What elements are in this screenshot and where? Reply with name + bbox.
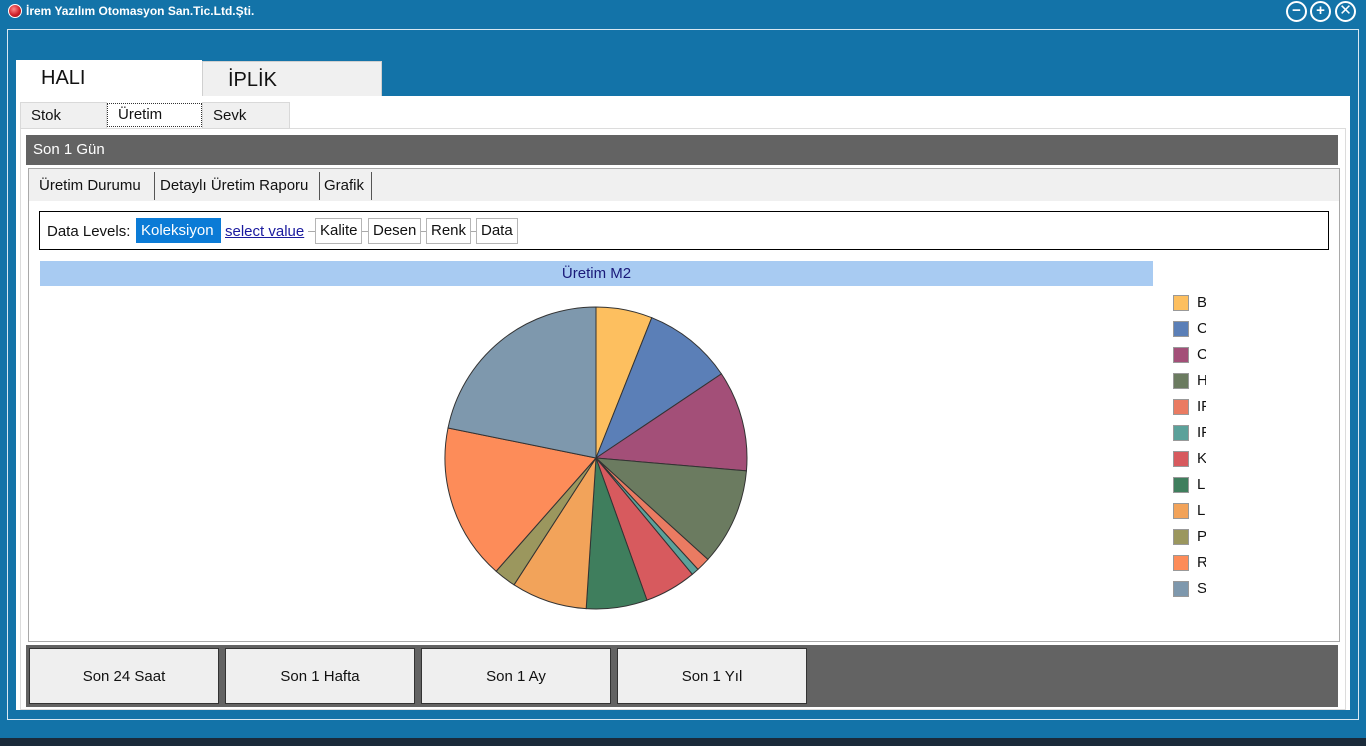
legend-swatch xyxy=(1173,451,1189,467)
legend-item: R xyxy=(1173,554,1213,571)
level-data[interactable]: Data xyxy=(476,218,518,244)
son-1-ay-button[interactable]: Son 1 Ay xyxy=(421,648,611,704)
minimize-button[interactable]: − xyxy=(1286,1,1307,22)
legend-label: H xyxy=(1197,372,1206,389)
legend-swatch xyxy=(1173,555,1189,571)
tab-sevk[interactable]: Sevk xyxy=(202,102,290,129)
legend-label: L xyxy=(1197,476,1206,493)
tab-stok[interactable]: Stok xyxy=(20,102,107,129)
level-renk[interactable]: Renk xyxy=(426,218,471,244)
son-24-saat-button[interactable]: Son 24 Saat xyxy=(29,648,219,704)
legend-label: B xyxy=(1197,294,1206,311)
legend-swatch xyxy=(1173,529,1189,545)
tab-uretim-durumu[interactable]: Üretim Durumu xyxy=(38,172,155,200)
legend-swatch xyxy=(1173,399,1189,415)
legend-item: L xyxy=(1173,476,1213,493)
close-button[interactable]: ✕ xyxy=(1335,1,1356,22)
legend-item: C xyxy=(1173,346,1213,363)
legend-item: IF xyxy=(1173,424,1213,441)
app-icon xyxy=(8,4,22,18)
legend-label: IF xyxy=(1197,398,1206,415)
legend-item: IF xyxy=(1173,398,1213,415)
legend-item: K xyxy=(1173,450,1213,467)
select-value-link[interactable]: select value xyxy=(225,223,304,240)
legend-label: R xyxy=(1197,554,1206,571)
tab-iplik[interactable]: İPLİK xyxy=(202,61,382,96)
legend-swatch xyxy=(1173,425,1189,441)
level-desen[interactable]: Desen xyxy=(368,218,421,244)
legend-item: L xyxy=(1173,502,1213,519)
legend-swatch xyxy=(1173,477,1189,493)
son-1-hafta-button[interactable]: Son 1 Hafta xyxy=(225,648,415,704)
tab-hali[interactable]: HALI xyxy=(16,60,202,96)
son-1-yil-button[interactable]: Son 1 Yıl xyxy=(617,648,807,704)
legend-item: S xyxy=(1173,580,1213,597)
legend-label: P xyxy=(1197,528,1206,545)
legend-swatch xyxy=(1173,347,1189,363)
maximize-button[interactable]: + xyxy=(1310,1,1331,22)
chart-title: Üretim M2 xyxy=(40,261,1153,286)
tab-uretim[interactable]: Üretim xyxy=(107,103,202,127)
tab-grafik[interactable]: Grafik xyxy=(323,172,372,200)
legend-swatch xyxy=(1173,295,1189,311)
legend-label: IF xyxy=(1197,424,1206,441)
legend-label: S xyxy=(1197,580,1206,597)
legend-swatch xyxy=(1173,373,1189,389)
legend-swatch xyxy=(1173,581,1189,597)
window-title: İrem Yazılım Otomasyon San.Tic.Ltd.Şti. xyxy=(26,4,255,18)
legend-item: P xyxy=(1173,528,1213,545)
data-levels-label: Data Levels: xyxy=(47,223,131,240)
legend-item: B xyxy=(1173,294,1213,311)
legend-item: C xyxy=(1173,320,1213,337)
taskbar xyxy=(0,738,1366,746)
legend-swatch xyxy=(1173,503,1189,519)
title-bar: İrem Yazılım Otomasyon San.Tic.Ltd.Şti. … xyxy=(0,0,1366,24)
legend-label: K xyxy=(1197,450,1206,467)
legend-swatch xyxy=(1173,321,1189,337)
period-header: Son 1 Gün xyxy=(26,135,1338,165)
level-connector xyxy=(308,231,315,232)
tab-detayli-uretim-raporu[interactable]: Detaylı Üretim Raporu xyxy=(159,172,320,200)
legend-label: C xyxy=(1197,320,1206,337)
level-kalite[interactable]: Kalite xyxy=(315,218,362,244)
pie-chart[interactable] xyxy=(440,302,752,614)
legend-label: C xyxy=(1197,346,1206,363)
level-koleksiyon[interactable]: Koleksiyon xyxy=(136,218,221,243)
legend-label: L xyxy=(1197,502,1206,519)
legend-item: H xyxy=(1173,372,1213,389)
